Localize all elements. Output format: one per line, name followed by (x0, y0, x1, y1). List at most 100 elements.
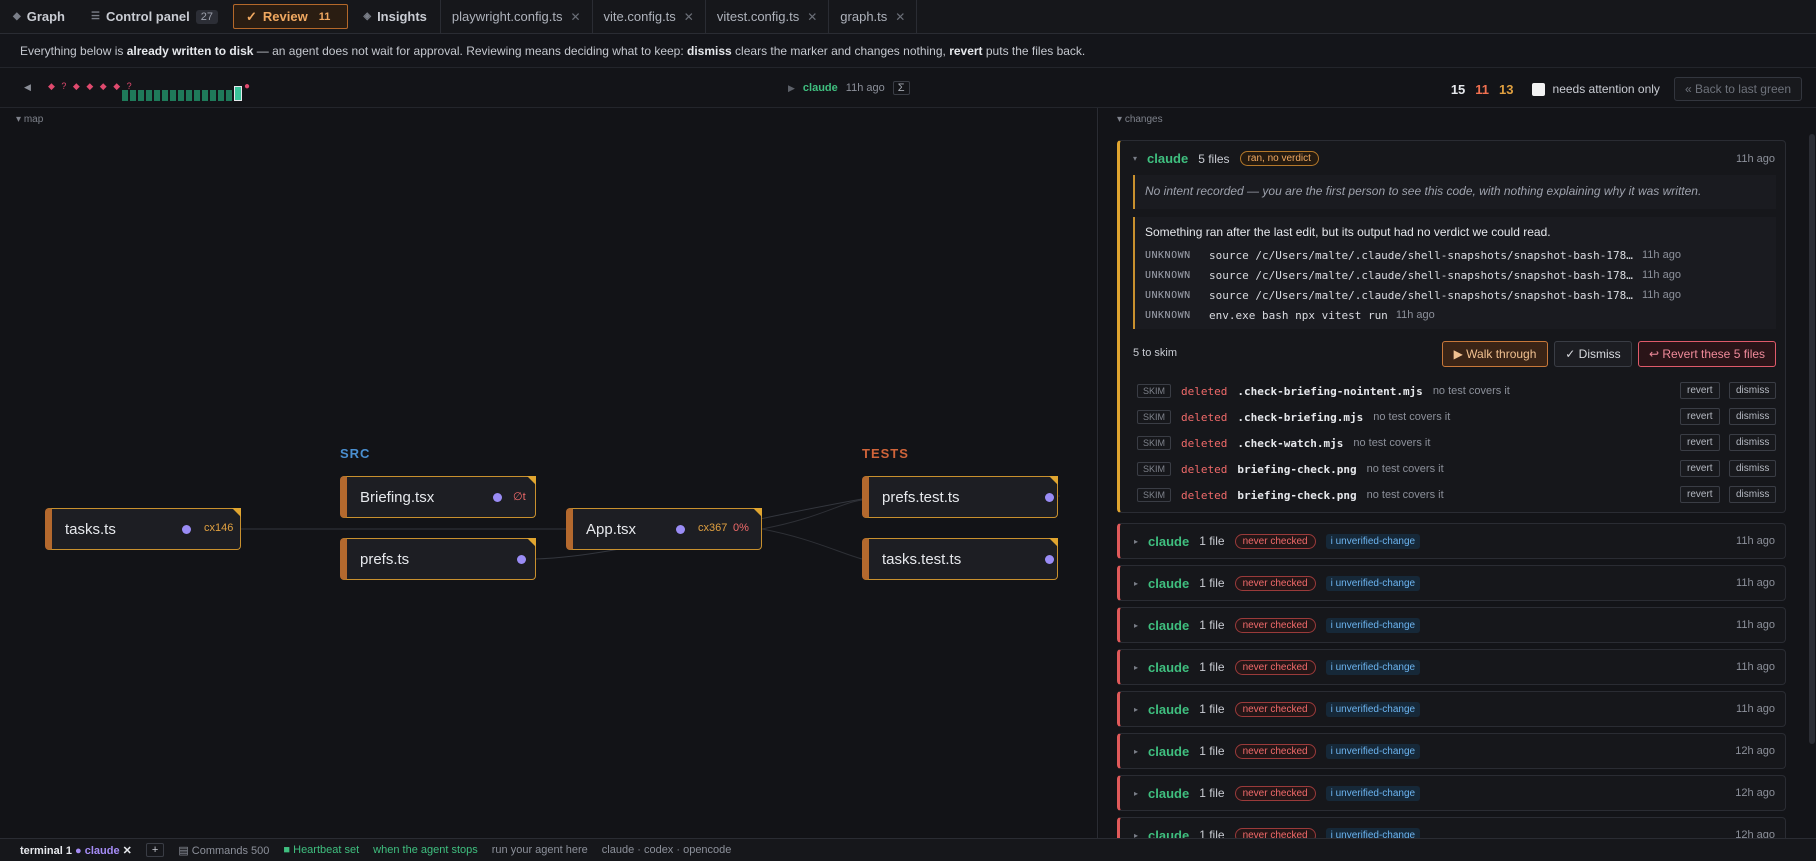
sigma-button[interactable]: Σ (892, 81, 910, 95)
change-group-collapsed[interactable]: ▸ claude 1 file never checked i unverified-c… (1117, 817, 1786, 838)
tag-badge: i unverified-change (1325, 743, 1421, 759)
heartbeat-status[interactable]: ■ Heartbeat set (283, 844, 359, 856)
close-icon[interactable]: ✕ (123, 845, 132, 857)
chevron-right-icon: ▸ (1134, 620, 1139, 630)
change-group-collapsed[interactable]: ▸ claude 1 file never checked i unverified-c… (1117, 649, 1786, 685)
tab-graph[interactable]: ◆ Graph (0, 0, 78, 33)
timeline-bar-segment[interactable] (226, 90, 232, 101)
close-icon[interactable]: ✕ (895, 10, 905, 24)
row-revert-button[interactable]: revert (1680, 408, 1720, 425)
change-group-collapsed[interactable]: ▸ claude 1 file never checked i unverified-c… (1117, 691, 1786, 727)
changes-panel: ▾ changes ▾ claude 5 files ran, no verdi… (1099, 108, 1816, 838)
corner-flag (1049, 538, 1058, 547)
heartbeat-trigger: when the agent stops (373, 844, 478, 856)
changes-list: ▾ changes ▾ claude 5 files ran, no verdi… (1099, 108, 1809, 838)
change-group-collapsed[interactable]: ▸ claude 1 file never checked i unverified-c… (1117, 607, 1786, 643)
edge (761, 528, 863, 560)
row-revert-button[interactable]: revert (1680, 434, 1720, 451)
status-dot (182, 525, 191, 534)
change-group-collapsed[interactable]: ▸ claude 1 file never checked i unverified-c… (1117, 565, 1786, 601)
row-revert-button[interactable]: revert (1680, 460, 1720, 477)
node-prefs-ts[interactable]: prefs.ts (340, 538, 536, 580)
timeline-dot-icon: ● (244, 81, 251, 92)
walk-through-button[interactable]: ▶ Walk through (1442, 341, 1548, 367)
timeline-markers[interactable]: ◆ ? ◆ ◆ ◆ ◆ ? (48, 81, 134, 92)
terminal-tab[interactable]: terminal 1 ● claude ✕ (20, 844, 132, 857)
timeline-bar-segment[interactable] (154, 90, 160, 101)
row-revert-button[interactable]: revert (1680, 382, 1720, 399)
timeline-bar-segment[interactable] (122, 90, 128, 101)
diamond-icon: ◆ (13, 11, 21, 22)
tab-control-panel[interactable]: ☰ Control panel 27 (78, 0, 231, 33)
timeline-bar-segment[interactable] (178, 90, 184, 101)
change-group-expanded: ▾ claude 5 files ran, no verdict 11h ago… (1117, 140, 1786, 513)
diamond-icon: ◈ (363, 11, 372, 22)
corner-flag (1049, 476, 1058, 485)
change-group-collapsed[interactable]: ▸ claude 1 file never checked i unverified-c… (1117, 775, 1786, 811)
run-line: UNKNOWN source /c/Users/malte/.claude/she… (1145, 248, 1681, 262)
back-to-last-green-button[interactable]: « Back to last green (1673, 77, 1802, 101)
timeline-ago: 11h ago (845, 82, 885, 94)
run-output-box: Something ran after the last edit, but i… (1133, 217, 1776, 329)
new-terminal-button[interactable]: + (145, 843, 165, 857)
group-label-src: SRC (340, 446, 371, 461)
file-tab[interactable]: playwright.config.ts ✕ (439, 0, 592, 33)
dismiss-button[interactable]: ✓ Dismiss (1554, 341, 1632, 367)
close-icon[interactable]: ✕ (807, 10, 817, 24)
tab-count-badge: 11 (318, 10, 331, 23)
timeline-bar-segment[interactable] (210, 90, 216, 101)
timeline-bar-segment[interactable] (170, 90, 176, 101)
status-dot (517, 555, 526, 564)
change-group-collapsed[interactable]: ▸ claude 1 file never checked i unverified-c… (1117, 733, 1786, 769)
timeline-bar-segment[interactable] (234, 86, 242, 101)
file-tab[interactable]: vite.config.ts ✕ (591, 0, 705, 33)
row-dismiss-button[interactable]: dismiss (1729, 382, 1777, 399)
node-tasks-ts[interactable]: tasks.ts cx146 (45, 508, 241, 550)
timeline-bar-segment[interactable] (130, 90, 136, 101)
timeline-agent: claude (802, 82, 838, 94)
timeline-bar-segment[interactable] (218, 90, 224, 101)
prev-arrow-icon[interactable]: ◀ (24, 82, 31, 93)
revert-files-button[interactable]: ↩ Revert these 5 files (1638, 341, 1776, 367)
timeline-bars[interactable] (122, 86, 242, 101)
changes-section-label[interactable]: ▾ changes (1117, 114, 1163, 125)
tab-review[interactable]: ✓ Review 11 (233, 4, 349, 29)
close-icon[interactable]: ✕ (684, 10, 694, 24)
row-revert-button[interactable]: revert (1680, 486, 1720, 503)
timeline-bar-segment[interactable] (162, 90, 168, 101)
timeline-bar-segment[interactable] (202, 90, 208, 101)
row-dismiss-button[interactable]: dismiss (1729, 460, 1777, 477)
timeline-bar-segment[interactable] (146, 90, 152, 101)
timeline-bar-segment[interactable] (138, 90, 144, 101)
timeline-bar-segment[interactable] (186, 90, 192, 101)
info-banner: Everything below is already written to d… (0, 34, 1816, 68)
status-badge: never checked (1234, 659, 1316, 675)
change-group-collapsed[interactable]: ▸ claude 1 file never checked i unverified-c… (1117, 523, 1786, 559)
tab-insights[interactable]: ◈ Insights (350, 0, 440, 33)
file-tab[interactable]: graph.ts ✕ (828, 0, 918, 33)
status-dot (1045, 493, 1054, 502)
run-title: Something ran after the last edit, but i… (1145, 225, 1551, 239)
node-prefs-test-ts[interactable]: prefs.test.ts (862, 476, 1058, 518)
row-dismiss-button[interactable]: dismiss (1729, 486, 1777, 503)
status-badge: ran, no verdict (1239, 151, 1319, 166)
close-icon[interactable]: ✕ (570, 10, 580, 24)
change-group-header[interactable]: ▾ claude 5 files ran, no verdict (1133, 151, 1319, 166)
tag-badge: i unverified-change (1325, 659, 1421, 675)
count-red: 11 (1475, 81, 1490, 97)
needs-attention-checkbox[interactable] (1531, 82, 1545, 96)
node-tasks-test-ts[interactable]: tasks.test.ts (862, 538, 1058, 580)
row-dismiss-button[interactable]: dismiss (1729, 434, 1777, 451)
tag-badge: i unverified-change (1325, 533, 1421, 549)
changes-scrollbar[interactable] (1809, 134, 1815, 744)
tab-count-badge: 27 (195, 9, 218, 24)
commands-button[interactable]: ▤ Commands 500 (178, 844, 269, 857)
corner-flag (527, 476, 536, 485)
count-orange: 13 (1499, 81, 1514, 97)
play-icon[interactable]: ▶ (788, 83, 795, 94)
node-briefing-tsx[interactable]: Briefing.tsx ∅t (340, 476, 536, 518)
timeline-bar-segment[interactable] (194, 90, 200, 101)
file-tab[interactable]: vitest.config.ts ✕ (704, 0, 828, 33)
row-dismiss-button[interactable]: dismiss (1729, 408, 1777, 425)
node-app-tsx[interactable]: App.tsx cx367 0% (566, 508, 762, 550)
